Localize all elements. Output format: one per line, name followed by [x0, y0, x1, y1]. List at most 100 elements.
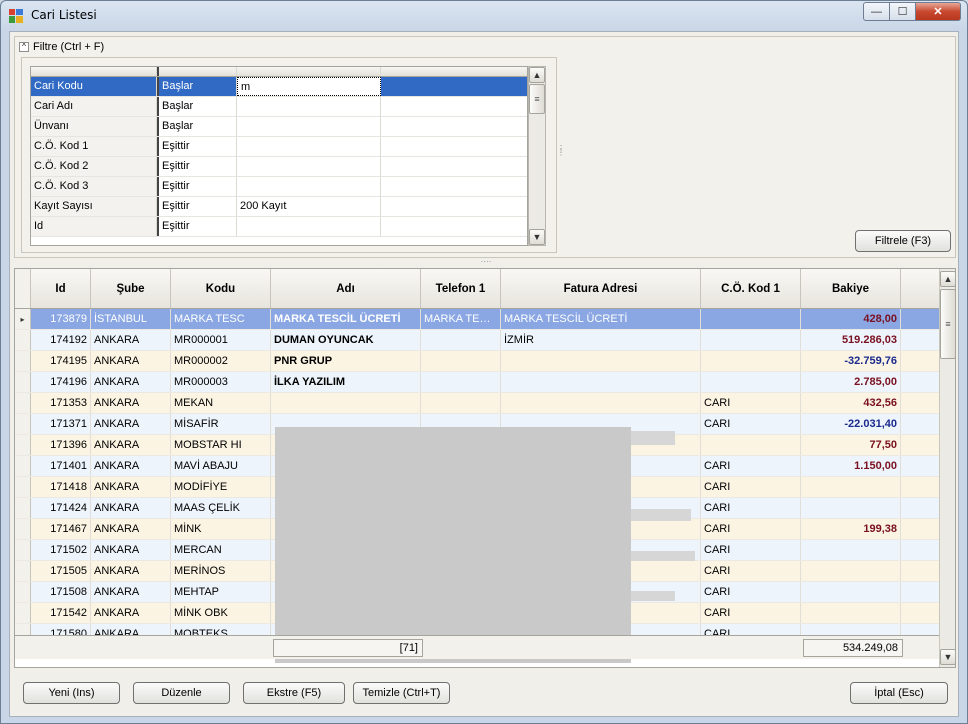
filter-operator[interactable]: Eşittir	[157, 197, 237, 216]
table-row[interactable]: 174195 ANKARA MR000002 PNR GRUP -32.759,76	[15, 351, 955, 372]
filter-row[interactable]: Ünvanı Başlar	[31, 117, 527, 137]
row-indicator-icon[interactable]	[15, 603, 31, 623]
filter-grid: Cari Kodu Başlar m Cari Adı Başlar Ünvanı Başl…	[30, 66, 528, 246]
col-header-telefon[interactable]: Telefon 1	[421, 269, 501, 308]
new-button[interactable]: Yeni (Ins)	[23, 682, 120, 704]
filter-value[interactable]	[237, 117, 381, 136]
cell-kodu: MİSAFİR	[171, 414, 271, 434]
filter-value[interactable]: m	[237, 77, 381, 96]
scroll-down-icon[interactable]: ▼	[529, 229, 545, 245]
filter-value[interactable]	[237, 97, 381, 116]
col-header-co-kod[interactable]: C.Ö. Kod 1	[701, 269, 801, 308]
filter-operator[interactable]: Eşittir	[157, 157, 237, 176]
cell-kodu: MR000001	[171, 330, 271, 350]
filter-value[interactable]	[237, 157, 381, 176]
row-indicator-icon[interactable]	[15, 519, 31, 539]
col-header-fatura[interactable]: Fatura Adresi	[501, 269, 701, 308]
filter-scrollbar[interactable]: ▲ ≡ ▼	[528, 66, 546, 246]
filter-header[interactable]: ^ Filtre (Ctrl + F)	[19, 41, 104, 53]
filter-extra[interactable]	[381, 157, 527, 176]
filter-row[interactable]: C.Ö. Kod 3 Eşittir	[31, 177, 527, 197]
filter-value[interactable]	[237, 137, 381, 156]
filter-extra[interactable]	[381, 97, 527, 116]
filter-value[interactable]: 200 Kayıt	[237, 197, 381, 216]
row-indicator-icon[interactable]	[15, 330, 31, 350]
filter-button[interactable]: Filtrele (F3)	[855, 230, 951, 252]
table-row[interactable]: 174192 ANKARA MR000001 DUMAN OYUNCAK İZMİR 51…	[15, 330, 955, 351]
vertical-splitter[interactable]: ⋮ ⋮	[557, 145, 565, 161]
col-header-bakiye[interactable]: Bakiye	[801, 269, 901, 308]
title-bar[interactable]: Cari Listesi — ☐ ✕	[1, 1, 967, 31]
filter-operator[interactable]: Eşittir	[157, 137, 237, 156]
row-indicator-icon[interactable]	[15, 351, 31, 371]
filter-value[interactable]	[237, 217, 381, 236]
minimize-icon: —	[871, 5, 882, 18]
cell-fatura	[501, 372, 701, 392]
maximize-button[interactable]: ☐	[890, 2, 916, 21]
filter-extra[interactable]	[381, 117, 527, 136]
extract-button[interactable]: Ekstre (F5)	[243, 682, 345, 704]
cell-co-kod: CARI	[701, 414, 801, 434]
cell-bakiye: 77,50	[801, 435, 901, 455]
grid-scrollbar[interactable]: ▲ ≡ ▼	[939, 269, 955, 667]
scroll-up-icon[interactable]: ▲	[940, 271, 955, 287]
filter-extra[interactable]	[381, 77, 527, 96]
col-header-sube[interactable]: Şube	[91, 269, 171, 308]
filter-extra[interactable]	[381, 137, 527, 156]
cell-co-kod: CARI	[701, 582, 801, 602]
row-indicator-icon[interactable]	[15, 372, 31, 392]
cell-kodu: MR000002	[171, 351, 271, 371]
cell-co-kod	[701, 372, 801, 392]
filter-operator[interactable]: Eşittir	[157, 177, 237, 196]
table-row[interactable]: 174196 ANKARA MR000003 İLKA YAZILIM 2.785,00	[15, 372, 955, 393]
filter-extra[interactable]	[381, 197, 527, 216]
cancel-button[interactable]: İptal (Esc)	[850, 682, 948, 704]
row-indicator-icon[interactable]: ▸	[15, 309, 31, 329]
row-indicator-icon[interactable]	[15, 477, 31, 497]
cell-adi: PNR GRUP	[271, 351, 421, 371]
close-button[interactable]: ✕	[916, 2, 961, 21]
filter-operator[interactable]: Başlar	[157, 97, 237, 116]
row-indicator-icon[interactable]	[15, 540, 31, 560]
table-row[interactable]: 171353 ANKARA MEKAN CARI 432,56	[15, 393, 955, 414]
scroll-down-icon[interactable]: ▼	[940, 649, 955, 665]
row-indicator-icon[interactable]	[15, 414, 31, 434]
cell-sube: ANKARA	[91, 351, 171, 371]
cell-sube: ANKARA	[91, 456, 171, 476]
col-header-id[interactable]: Id	[31, 269, 91, 308]
row-indicator-icon[interactable]	[15, 393, 31, 413]
filter-row[interactable]: C.Ö. Kod 2 Eşittir	[31, 157, 527, 177]
cell-kodu: MODİFİYE	[171, 477, 271, 497]
row-indicator-icon[interactable]	[15, 561, 31, 581]
filter-operator[interactable]: Başlar	[157, 77, 237, 96]
filter-operator[interactable]: Başlar	[157, 117, 237, 136]
table-row[interactable]: ▸ 173879 İSTANBUL MARKA TESC MARKA TESCİL ÜC…	[15, 309, 955, 330]
collapse-icon[interactable]: ^	[19, 42, 29, 52]
filter-row[interactable]: Kayıt Sayısı Eşittir 200 Kayıt	[31, 197, 527, 217]
edit-button[interactable]: Düzenle	[133, 682, 230, 704]
filter-extra[interactable]	[381, 217, 527, 236]
row-indicator-icon[interactable]	[15, 498, 31, 518]
filter-row[interactable]: Id Eşittir	[31, 217, 527, 237]
scroll-thumb[interactable]: ≡	[940, 289, 955, 359]
cell-sube: ANKARA	[91, 414, 171, 434]
cell-bakiye: -32.759,76	[801, 351, 901, 371]
cell-sube: ANKARA	[91, 603, 171, 623]
row-indicator-icon[interactable]	[15, 435, 31, 455]
filter-row[interactable]: C.Ö. Kod 1 Eşittir	[31, 137, 527, 157]
filter-extra[interactable]	[381, 177, 527, 196]
filter-row[interactable]: Cari Kodu Başlar m	[31, 77, 527, 97]
filter-row[interactable]: Cari Adı Başlar	[31, 97, 527, 117]
cell-telefon	[421, 393, 501, 413]
horizontal-splitter[interactable]: ····	[476, 258, 496, 266]
filter-value[interactable]	[237, 177, 381, 196]
row-indicator-icon[interactable]	[15, 582, 31, 602]
scroll-up-icon[interactable]: ▲	[529, 67, 545, 83]
clear-button[interactable]: Temizle (Ctrl+T)	[353, 682, 450, 704]
minimize-button[interactable]: —	[863, 2, 890, 21]
col-header-kodu[interactable]: Kodu	[171, 269, 271, 308]
filter-operator[interactable]: Eşittir	[157, 217, 237, 236]
scroll-thumb[interactable]: ≡	[529, 84, 545, 114]
row-indicator-icon[interactable]	[15, 456, 31, 476]
col-header-adi[interactable]: Adı	[271, 269, 421, 308]
